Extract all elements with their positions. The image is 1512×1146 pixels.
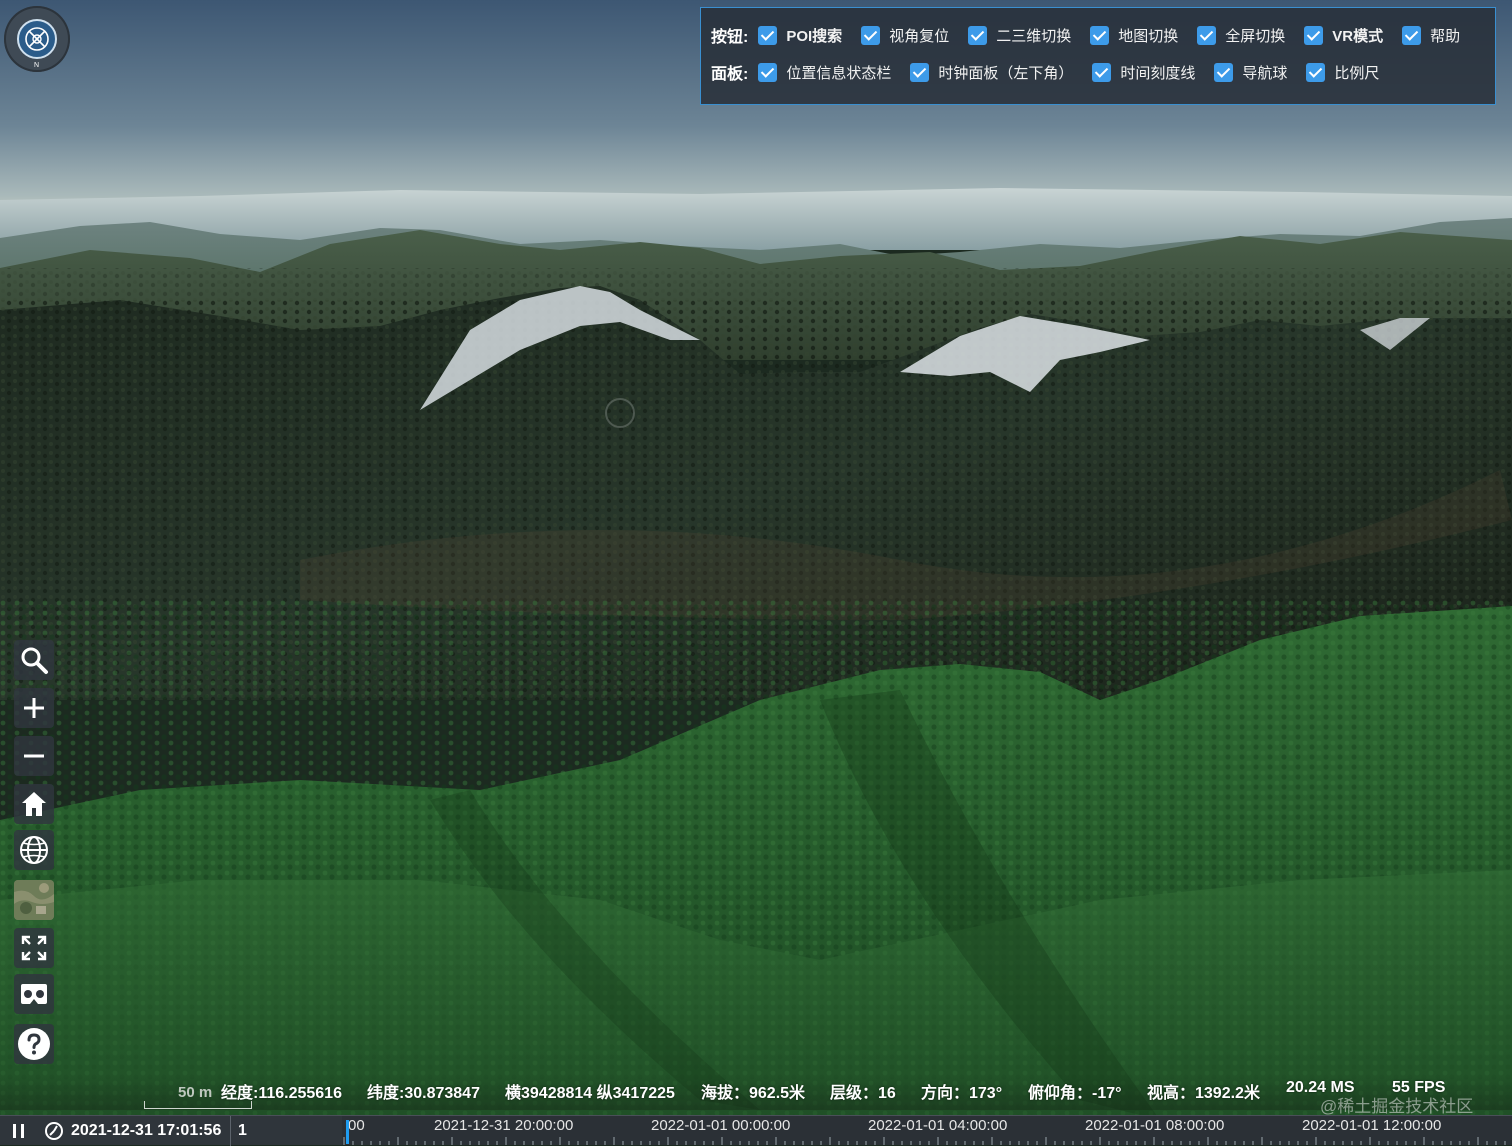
option-vr-mode[interactable]: VR模式 — [1304, 25, 1383, 46]
terrain-canvas — [0, 0, 1512, 1145]
buttons-row: 按钮: POI搜索 视角复位 二三维切换 地图切换 全屏切换 VR模式 帮助 — [711, 23, 1479, 47]
timeline-label: 00 — [348, 1117, 365, 1134]
checkbox[interactable] — [861, 25, 881, 45]
scale-label: 50 m — [178, 1084, 213, 1101]
timeline-needle[interactable] — [346, 1120, 349, 1144]
projected-coords-readout: 横39428814 纵3417225 — [505, 1085, 675, 1102]
help-icon — [18, 1028, 50, 1060]
clock-panel: 2021-12-31 17:01:56 1 — [0, 1115, 342, 1146]
option-scale-bar[interactable]: 比例尺 — [1306, 62, 1379, 83]
clock-speed-multiplier[interactable]: 1 — [238, 1122, 247, 1140]
checkbox[interactable] — [1306, 62, 1326, 82]
buttons-row-label: 按钮: — [711, 29, 749, 46]
option-fullscreen-switch[interactable]: 全屏切换 — [1197, 25, 1285, 46]
checkbox[interactable] — [758, 62, 778, 82]
vr-mode-button[interactable] — [14, 974, 54, 1014]
2d-3d-switch-button[interactable] — [14, 830, 54, 870]
option-location-statusbar[interactable]: 位置信息状态栏 — [758, 62, 891, 83]
zoom-in-icon — [24, 698, 44, 718]
fullscreen-icon — [21, 935, 47, 961]
checkbox[interactable] — [1402, 25, 1422, 45]
pause-icon — [13, 1124, 16, 1138]
option-timeline[interactable]: 时间刻度线 — [1092, 62, 1195, 83]
watermark: @稀土掘金技术社区 — [1320, 1097, 1474, 1116]
longitude-readout: 经度:116.255616 — [221, 1085, 342, 1102]
timeline-label: 2022-01-01 00:00:00 — [651, 1117, 791, 1134]
home-icon — [22, 792, 46, 816]
search-button[interactable] — [14, 640, 54, 680]
option-view-reset[interactable]: 视角复位 — [861, 25, 949, 46]
latitude-readout: 纬度:30.873847 — [367, 1085, 480, 1102]
clock-datetime: 2021-12-31 17:01:56 — [71, 1122, 222, 1139]
checkbox[interactable] — [968, 25, 988, 45]
fullscreen-button[interactable] — [14, 928, 54, 968]
pitch-readout: 俯仰角：-17° — [1028, 1085, 1122, 1102]
panels-row-label: 面板: — [711, 66, 749, 83]
globe-icon — [20, 836, 48, 864]
option-2d-3d-switch[interactable]: 二三维切换 — [968, 25, 1071, 46]
checkbox[interactable] — [1197, 25, 1217, 45]
checkbox[interactable] — [1090, 25, 1110, 45]
option-map-switch[interactable]: 地图切换 — [1090, 25, 1178, 46]
zoom-in-button[interactable] — [14, 688, 54, 728]
checkbox[interactable] — [1214, 62, 1234, 82]
timeline-label: 2022-01-01 12:00:00 — [1302, 1117, 1442, 1134]
panels-row: 面板: 位置信息状态栏 时钟面板（左下角） 时间刻度线 导航球 比例尺 — [711, 60, 1398, 84]
checkbox[interactable] — [910, 62, 930, 82]
basemap-thumbnail — [14, 880, 54, 920]
zoom-out-button[interactable] — [14, 736, 54, 776]
help-button[interactable] — [14, 1024, 54, 1064]
timeline-label: 2022-01-01 04:00:00 — [868, 1117, 1008, 1134]
clock-icon[interactable] — [44, 1121, 64, 1141]
view-height-readout: 视高：1392.2米 — [1147, 1085, 1260, 1102]
altitude-readout: 海拔：962.5米 — [701, 1085, 806, 1102]
control-panel: 按钮: POI搜索 视角复位 二三维切换 地图切换 全屏切换 VR模式 帮助 面… — [700, 7, 1496, 105]
zoom-out-icon — [24, 754, 44, 758]
checkbox[interactable] — [1304, 25, 1324, 45]
basemap-switch-button[interactable] — [14, 880, 54, 920]
heading-readout: 方向：173° — [921, 1085, 1003, 1102]
north-label: N — [34, 62, 40, 69]
zoom-level-readout: 层级：16 — [830, 1085, 896, 1102]
timeline-ticks — [343, 1137, 1506, 1145]
compass-icon[interactable] — [17, 19, 57, 59]
navigation-ball[interactable]: N — [4, 6, 70, 72]
timeline[interactable]: 00 2021-12-31 20:00:00 2022-01-01 00:00:… — [342, 1115, 1512, 1145]
option-help[interactable]: 帮助 — [1402, 25, 1460, 46]
timeline-label: 2022-01-01 08:00:00 — [1085, 1117, 1225, 1134]
option-poi-search[interactable]: POI搜索 — [758, 25, 842, 46]
option-navigation-ball[interactable]: 导航球 — [1214, 62, 1287, 83]
checkbox[interactable] — [1092, 62, 1112, 82]
checkbox[interactable] — [758, 25, 778, 45]
option-clock-panel[interactable]: 时钟面板（左下角） — [910, 62, 1073, 83]
timeline-label: 2021-12-31 20:00:00 — [434, 1117, 574, 1134]
vr-icon — [21, 984, 47, 1004]
3d-terrain-view[interactable] — [0, 0, 1512, 1145]
search-icon — [21, 647, 48, 674]
divider — [230, 1116, 231, 1146]
pause-button[interactable] — [12, 1124, 26, 1138]
home-button[interactable] — [14, 784, 54, 824]
